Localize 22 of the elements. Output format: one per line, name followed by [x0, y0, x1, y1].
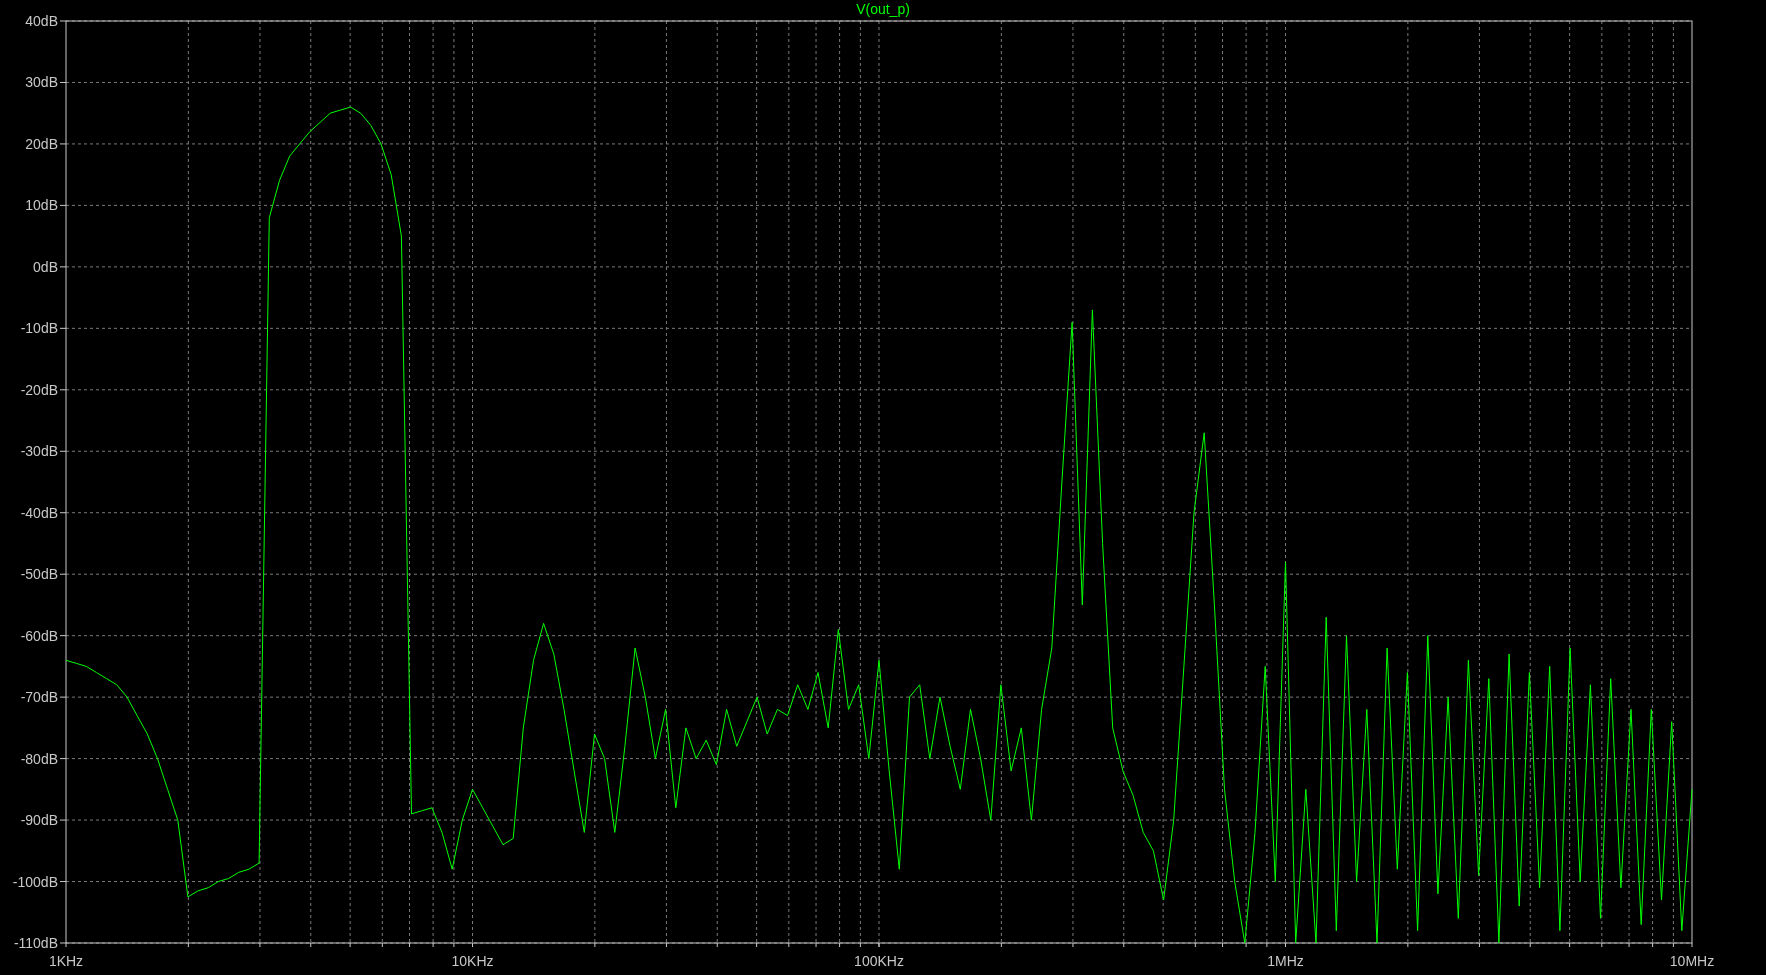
y-axis-label: 30dB: [25, 74, 58, 91]
y-axis-label: 40dB: [25, 13, 58, 29]
x-axis-label: 10MHz: [1669, 953, 1715, 969]
y-axis-label: -50dB: [20, 566, 58, 583]
y-axis-label: 20dB: [25, 135, 58, 152]
x-axis-label: 1KHz: [48, 953, 84, 969]
y-axis-label: -80dB: [20, 750, 58, 767]
x-axis-label: 100KHz: [854, 953, 904, 969]
y-axis-label: 0dB: [33, 258, 58, 275]
y-axis-label: -60dB: [20, 627, 58, 644]
y-axis-label: 10dB: [25, 197, 58, 214]
y-axis-label: -30dB: [20, 443, 58, 460]
x-axis-label: 1MHz: [1267, 953, 1304, 969]
y-axis-label: -70dB: [20, 689, 58, 706]
y-axis-label: -100dB: [12, 873, 58, 890]
y-axis-label: -40dB: [20, 504, 58, 521]
y-axis-label: -10dB: [20, 320, 58, 337]
y-axis-label: -110dB: [13, 935, 58, 951]
y-axis-label: -90dB: [20, 812, 58, 829]
chart-title: V(out_p): [856, 0, 910, 18]
y-axis-label: -20dB: [20, 381, 58, 398]
x-axis-label: 10KHz: [451, 953, 494, 969]
